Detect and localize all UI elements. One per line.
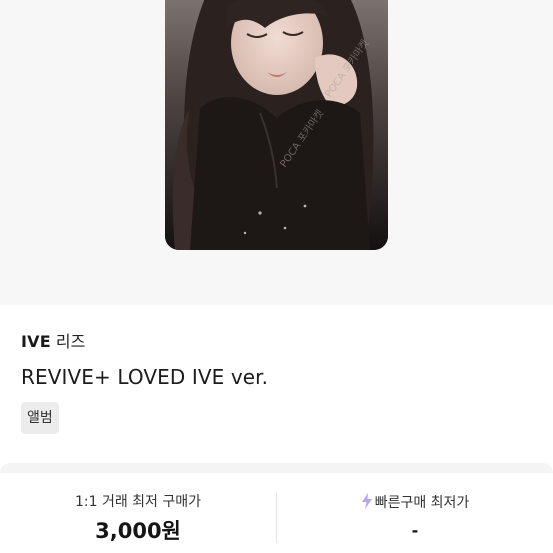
price-summary: 1:1 거래 최저 구매가 3,000원 빠른구매 최저가 - xyxy=(0,473,553,553)
member-name: 리즈 xyxy=(55,332,86,351)
quick-buy-label: 빠른구매 최저가 xyxy=(374,495,470,511)
lightning-bolt-icon xyxy=(361,493,372,509)
section-divider xyxy=(0,463,553,473)
quick-buy-label-row: 빠른구매 최저가 xyxy=(277,493,553,512)
artist-name[interactable]: IVE xyxy=(21,332,51,351)
product-image-area: POCA 포카마켓 POCA 포카마켓 xyxy=(0,0,553,305)
product-title: REVIVE+ LOVED IVE ver. xyxy=(21,365,269,389)
direct-trade-price: 3,000원 xyxy=(95,519,181,543)
photocard-image[interactable]: POCA 포카마켓 POCA 포카마켓 xyxy=(165,0,388,250)
quick-buy-price-block[interactable]: 빠른구매 최저가 - xyxy=(277,473,553,553)
artist-line: IVE 리즈 xyxy=(21,332,85,352)
direct-trade-price-block[interactable]: 1:1 거래 최저 구매가 3,000원 xyxy=(0,473,276,553)
product-info-section: IVE 리즈 REVIVE+ LOVED IVE ver. 앨범 xyxy=(0,305,553,463)
category-tag[interactable]: 앨범 xyxy=(21,402,59,434)
quick-buy-price: - xyxy=(411,521,419,540)
direct-trade-label: 1:1 거래 최저 구매가 xyxy=(74,494,202,510)
photocard-illustration: POCA 포카마켓 POCA 포카마켓 xyxy=(165,0,388,250)
